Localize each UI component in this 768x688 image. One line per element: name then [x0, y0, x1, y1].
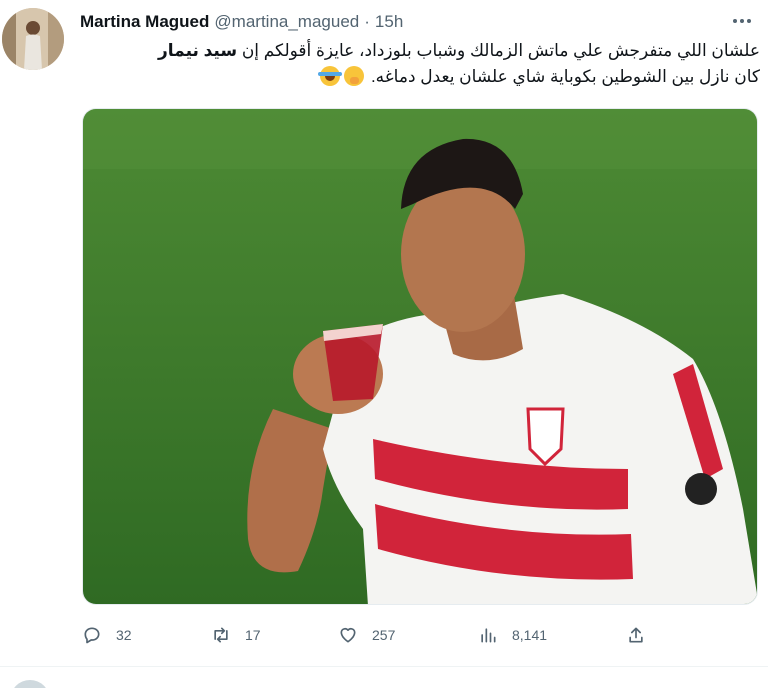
views-icon — [481, 628, 496, 643]
share-icon — [629, 627, 643, 643]
tweet-text-line-1: علشان اللي متفرجش علي ماتش الزمالك وشباب… — [80, 38, 760, 64]
like-count: 257 — [372, 627, 396, 643]
football-player-drinking-tea-photo — [83, 109, 757, 604]
reply-icon — [84, 627, 100, 644]
view-count: 8,141 — [512, 627, 548, 643]
views-button[interactable]: 8,141 — [478, 620, 547, 650]
like-icon — [340, 627, 356, 643]
tweet-text: علشان اللي متفرجش علي ماتش الزمالك وشباب… — [80, 38, 760, 90]
retweet-button[interactable]: 17 — [211, 620, 261, 650]
author-avatar[interactable] — [2, 8, 64, 70]
tweet-text-line-2: كان نازل بين الشوطين بكوباية شاي علشان ي… — [80, 64, 760, 90]
tweet-text-line2: كان نازل بين الشوطين بكوباية شاي علشان ي… — [370, 67, 760, 86]
retweet-count: 17 — [245, 627, 261, 643]
tweet-text-bold-name: سيد نيمار — [158, 41, 238, 60]
tweet-timestamp[interactable]: 15h — [375, 12, 403, 32]
tweet-divider — [0, 666, 768, 667]
tweet-photo[interactable] — [82, 108, 758, 605]
reply-button[interactable]: 32 — [82, 620, 132, 650]
reply-count: 32 — [116, 627, 132, 643]
like-button[interactable]: 257 — [338, 620, 395, 650]
author-display-name[interactable]: Martina Magued — [80, 12, 209, 32]
next-tweet-avatar[interactable] — [10, 680, 50, 688]
shushing-face-emoji-icon — [344, 66, 365, 86]
tweet-actions: 32 17 257 8,141 — [80, 620, 680, 650]
retweet-icon — [214, 627, 228, 643]
tears-of-joy-emoji-icon — [318, 66, 343, 86]
author-handle[interactable]: @martina_magued — [214, 12, 359, 32]
tweet[interactable]: Martina Magued @martina_magued · 15h علش… — [0, 0, 768, 666]
separator-dot: · — [364, 12, 370, 31]
share-button[interactable] — [626, 620, 660, 650]
tweet-header: Martina Magued @martina_magued · 15h — [80, 11, 758, 33]
tweet-text-line1-start: علشان اللي متفرجش علي ماتش الزمالك وشباب… — [237, 41, 760, 60]
more-icon[interactable] — [726, 7, 758, 35]
